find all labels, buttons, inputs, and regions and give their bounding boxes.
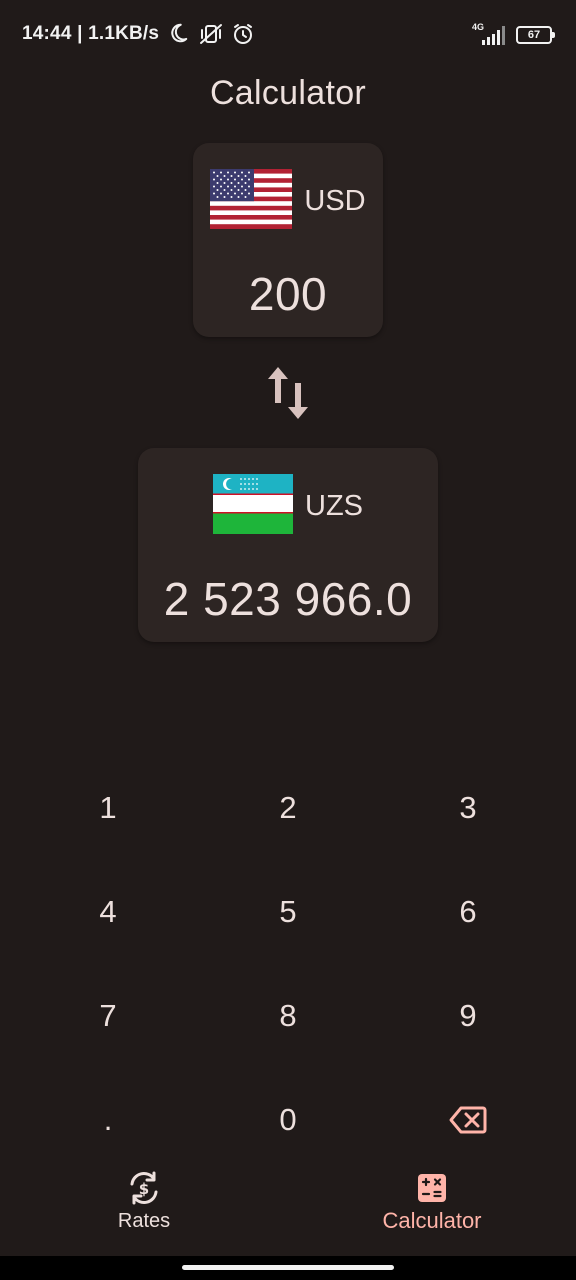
to-amount: 2 523 966.0	[163, 573, 413, 625]
from-amount: 200	[248, 268, 328, 320]
status-right: 4G 67	[472, 22, 555, 46]
battery-indicator: 67	[516, 26, 555, 44]
to-currency-code: UZS	[305, 490, 363, 522]
key-3[interactable]: 3	[378, 756, 558, 860]
key-0[interactable]: 0	[198, 1068, 378, 1172]
vibrate-off-icon	[199, 22, 223, 46]
swap-vertical-icon	[268, 367, 308, 419]
signal-icon: 4G	[472, 22, 508, 46]
from-currency-code: USD	[304, 185, 366, 217]
network-type: 4G	[472, 22, 485, 32]
from-currency-card[interactable]: USD 200	[193, 143, 383, 337]
to-currency-card[interactable]: UZS 2 523 966.0	[138, 448, 438, 642]
key-2[interactable]: 2	[198, 756, 378, 860]
bottom-navigation: $ Rates Calculator	[0, 1170, 576, 1256]
key-decimal[interactable]: .	[18, 1068, 198, 1172]
key-9[interactable]: 9	[378, 964, 558, 1068]
key-8[interactable]: 8	[198, 964, 378, 1068]
nav-label-rates: Rates	[117, 1210, 171, 1232]
nav-item-rates[interactable]: $ Rates	[84, 1170, 204, 1233]
currency-exchange-icon: $	[130, 1171, 158, 1205]
nav-item-calculator[interactable]: Calculator	[352, 1170, 512, 1234]
from-currency-header: USD	[193, 169, 383, 234]
gesture-bar	[0, 1256, 576, 1280]
moon-icon	[167, 22, 191, 46]
status-left: 14:44 | 1.1KB/s	[22, 22, 255, 46]
alarm-icon	[231, 22, 255, 46]
key-6[interactable]: 6	[378, 860, 558, 964]
key-1[interactable]: 1	[18, 756, 198, 860]
status-time-speed: 14:44 | 1.1KB/s	[22, 23, 160, 44]
calculator-screen: 14:44 | 1.1KB/s 4G 67 Calculator USD 200…	[0, 0, 576, 1280]
to-currency-header: UZS	[138, 474, 438, 539]
key-5[interactable]: 5	[198, 860, 378, 964]
key-7[interactable]: 7	[18, 964, 198, 1068]
home-indicator[interactable]	[182, 1265, 394, 1270]
svg-text:$: $	[139, 1180, 149, 1198]
uz-flag-icon	[213, 474, 293, 539]
calculator-icon	[418, 1174, 446, 1202]
swap-currencies-button[interactable]	[262, 362, 314, 424]
nav-label-calculator: Calculator	[382, 1208, 482, 1233]
backspace-button[interactable]	[378, 1068, 558, 1172]
key-4[interactable]: 4	[18, 860, 198, 964]
status-bar: 14:44 | 1.1KB/s 4G 67	[0, 0, 576, 70]
page-title: Calculator	[209, 74, 367, 112]
backspace-icon	[449, 1106, 487, 1134]
us-flag-icon	[210, 169, 293, 234]
